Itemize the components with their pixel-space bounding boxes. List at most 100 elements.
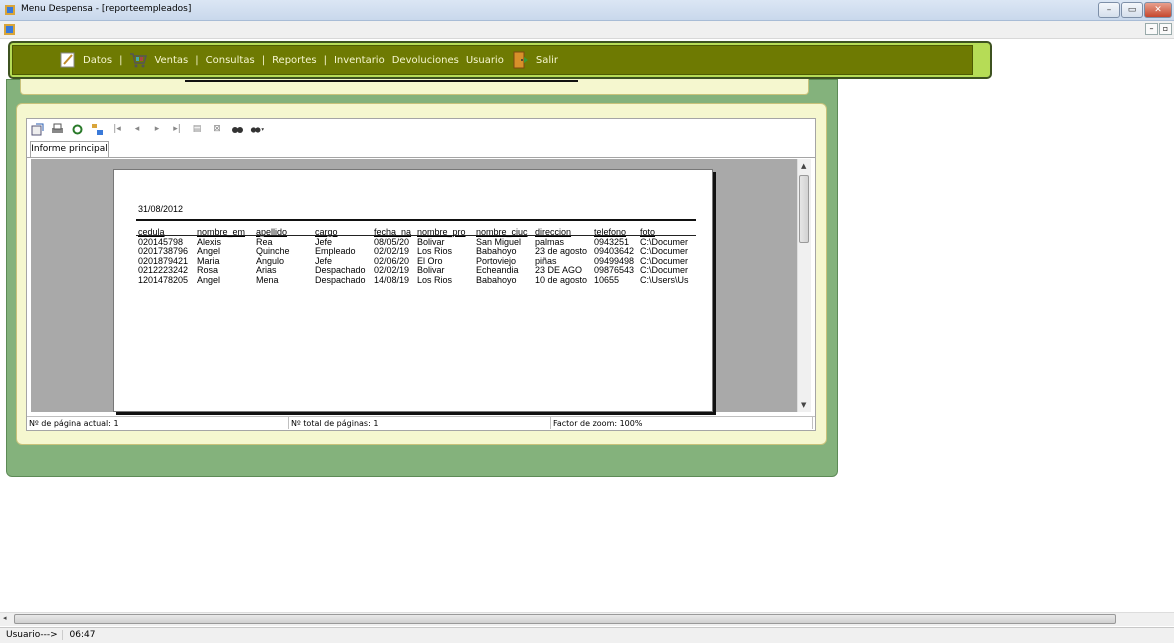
table-row: 0201738796 Angel Quinche Empleado 02/02/… bbox=[138, 247, 696, 257]
group-tree-icon[interactable] bbox=[90, 122, 104, 136]
menu-devoluciones[interactable]: Devoluciones bbox=[392, 55, 459, 66]
col-header-direccion: direccion bbox=[535, 228, 572, 237]
stop-icon[interactable]: ⊠ bbox=[210, 122, 224, 136]
cell: Jefe bbox=[315, 237, 333, 247]
cell: 020145798 bbox=[138, 237, 184, 247]
tab-divider bbox=[27, 157, 815, 158]
cell: Empleado bbox=[315, 247, 356, 256]
cell: 23 de agosto bbox=[535, 247, 588, 256]
menu-separator: | bbox=[195, 54, 199, 66]
col-header-nombre-pro: nombre_pro bbox=[417, 228, 466, 237]
col-header-nombre-ciu: nombre_ciuc bbox=[476, 228, 528, 237]
cell: Maria bbox=[197, 256, 220, 266]
report-header-row: cedula nombre_em apellido cargo fecha_na… bbox=[138, 228, 696, 238]
tab-informe-principal[interactable]: Informe principal bbox=[30, 141, 109, 157]
cell: Babahoyo bbox=[476, 247, 517, 256]
maximize-button[interactable]: ▭ bbox=[1121, 2, 1143, 18]
mdi-child-bar: – ▫ bbox=[0, 21, 1174, 39]
total-pages-status: Nº total de páginas: 1 bbox=[289, 417, 551, 429]
print-icon[interactable] bbox=[50, 122, 64, 136]
cell: C:\Users\Us bbox=[640, 275, 689, 285]
menu-consultas[interactable]: Consultas bbox=[206, 55, 255, 66]
window-titlebar: Menu Despensa - [reporteempleados] – ▭ ✕ bbox=[0, 0, 1174, 21]
cell: Los Rios bbox=[417, 247, 453, 256]
cell: C:\Documer bbox=[640, 256, 689, 266]
top-panel-divider bbox=[185, 80, 578, 82]
cell: Portoviejo bbox=[476, 256, 517, 266]
scroll-left-icon[interactable]: ◂ bbox=[3, 614, 7, 622]
mdi-minimize-button[interactable]: – bbox=[1145, 23, 1158, 35]
col-header-cargo: cargo bbox=[315, 228, 338, 237]
cell: palmas bbox=[535, 237, 565, 247]
report-table: cedula nombre_em apellido cargo fecha_na… bbox=[138, 228, 696, 285]
cell: C:\Documer bbox=[640, 266, 689, 275]
find-icon[interactable] bbox=[230, 122, 244, 136]
table-row: 0201879421 Maria Angulo Jefe 02/06/20 El… bbox=[138, 257, 696, 267]
cell: 23 DE AGO bbox=[535, 266, 583, 275]
window-title: Menu Despensa - [reporteempleados] bbox=[21, 4, 192, 14]
scroll-up-icon[interactable]: ▲ bbox=[801, 162, 806, 170]
minimize-button[interactable]: – bbox=[1098, 2, 1120, 18]
child-window-icon bbox=[4, 24, 15, 35]
cell: Jefe bbox=[315, 256, 333, 266]
menu-ventas[interactable]: Ventas bbox=[154, 55, 188, 66]
prev-page-icon[interactable]: ◂ bbox=[130, 122, 144, 136]
last-page-icon[interactable]: ▸| bbox=[170, 122, 184, 136]
cell: 1201478205 bbox=[138, 275, 189, 285]
viewer-scroll-thumb[interactable] bbox=[799, 175, 809, 243]
cell: Angulo bbox=[256, 256, 285, 266]
menu-separator: | bbox=[323, 54, 327, 66]
table-row: 0212223242 Rosa Arias Despachado 02/02/1… bbox=[138, 266, 696, 276]
horizontal-scroll-thumb[interactable] bbox=[14, 614, 1116, 624]
col-header-apellido: apellido bbox=[256, 228, 288, 237]
menu-separator: | bbox=[261, 54, 266, 66]
cell: 02/02/19 bbox=[374, 247, 410, 256]
cell: 02/06/20 bbox=[374, 256, 410, 266]
scroll-down-icon[interactable]: ▼ bbox=[801, 401, 806, 409]
cell: 10655 bbox=[594, 275, 620, 285]
menu-salir[interactable]: Salir bbox=[536, 55, 558, 66]
user-label: Usuario---> bbox=[6, 630, 63, 640]
first-page-icon[interactable]: |◂ bbox=[110, 122, 124, 136]
goto-page-icon[interactable]: ▤ bbox=[190, 122, 204, 136]
cell: San Miguel bbox=[476, 237, 522, 247]
close-button[interactable]: ✕ bbox=[1144, 2, 1172, 18]
menu-reportes[interactable]: Reportes bbox=[272, 55, 317, 66]
menu-usuario[interactable]: Usuario bbox=[466, 55, 504, 66]
cell: 14/08/19 bbox=[374, 275, 410, 285]
menu-datos[interactable]: Datos bbox=[83, 55, 112, 66]
cell: Angel bbox=[197, 275, 221, 285]
mdi-restore-button[interactable]: ▫ bbox=[1159, 23, 1172, 35]
report-page bbox=[113, 169, 713, 412]
col-header-telefono: telefono bbox=[594, 228, 627, 237]
menu-inventario[interactable]: Inventario bbox=[334, 55, 385, 66]
table-row: 1201478205 Angel Mena Despachado 14/08/1… bbox=[138, 276, 696, 286]
cell: Los Rios bbox=[417, 275, 453, 285]
cell: 08/05/20 bbox=[374, 237, 410, 247]
table-row: 020145798 Alexis Rea Jefe 08/05/20 Boliv… bbox=[138, 238, 696, 248]
cell: piñas bbox=[535, 256, 557, 266]
refresh-icon[interactable] bbox=[70, 122, 84, 136]
cell: El Oro bbox=[417, 256, 443, 266]
cell: 0212223242 bbox=[138, 266, 189, 275]
cell: C:\Documer bbox=[640, 237, 689, 247]
cell: Bolivar bbox=[417, 237, 445, 247]
cell: Despachado bbox=[315, 266, 366, 275]
cell: 0943251 bbox=[594, 237, 630, 247]
zoom-icon[interactable] bbox=[250, 122, 264, 136]
cart-icon bbox=[130, 53, 148, 68]
cell: 09876543 bbox=[594, 266, 635, 275]
cell: Echeandia bbox=[476, 266, 519, 275]
col-header-fecha-na: fecha_na bbox=[374, 228, 412, 237]
cell: Alexis bbox=[197, 237, 222, 247]
cell: Quinche bbox=[256, 247, 290, 256]
col-header-nombre-em: nombre_em bbox=[197, 228, 246, 237]
clock-label: 06:47 bbox=[69, 630, 96, 640]
cell: Mena bbox=[256, 275, 279, 285]
export-icon[interactable] bbox=[30, 122, 44, 136]
cell: 10 de agosto bbox=[535, 275, 588, 285]
next-page-icon[interactable]: ▸ bbox=[150, 122, 164, 136]
cell: 0201738796 bbox=[138, 247, 189, 256]
cell: 09403642 bbox=[594, 247, 635, 256]
status-bar: Usuario---> 06:47 bbox=[0, 627, 1174, 643]
